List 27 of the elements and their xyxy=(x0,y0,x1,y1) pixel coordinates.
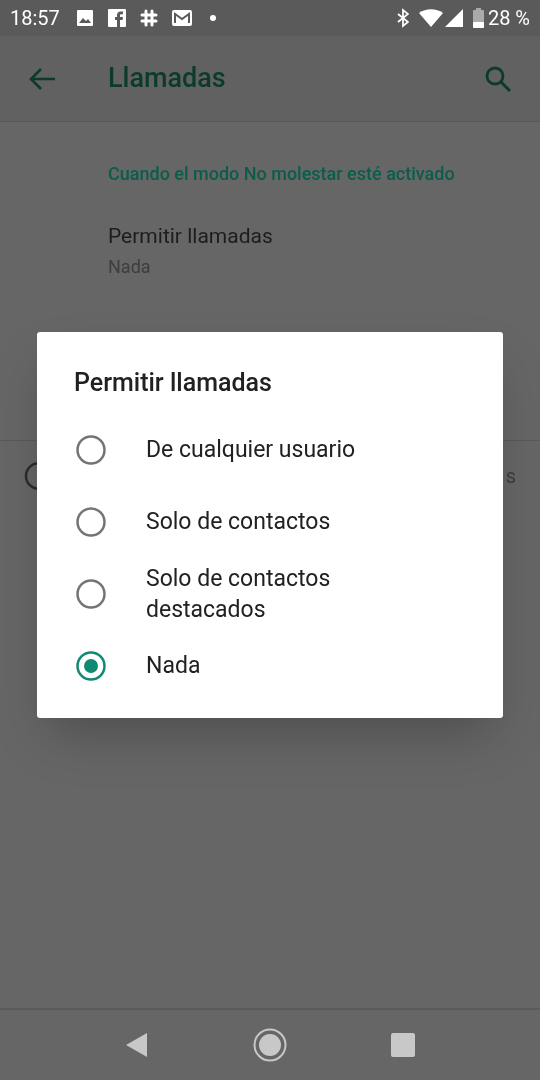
signal-icon xyxy=(444,9,463,27)
radio-option[interactable]: Solo de contactos xyxy=(37,485,503,558)
facebook-icon xyxy=(107,9,126,27)
radio-option[interactable]: Nada xyxy=(37,629,503,702)
radio-button[interactable] xyxy=(76,578,106,609)
back-icon[interactable] xyxy=(125,1032,149,1058)
home-icon[interactable] xyxy=(253,1028,287,1062)
battery-icon xyxy=(472,8,484,28)
radio-option[interactable]: De cualquier usuario xyxy=(37,413,503,486)
bluetooth-icon xyxy=(396,8,409,28)
radio-option[interactable]: Solo de contactos destacados xyxy=(37,557,503,630)
mail-icon xyxy=(171,10,192,26)
hash-icon xyxy=(139,9,158,27)
radio-button[interactable] xyxy=(76,650,106,681)
screen-title: Llamadas xyxy=(108,61,227,97)
radio-button[interactable] xyxy=(76,434,106,465)
radio-icon xyxy=(24,460,37,491)
section-header: Cuando el modo No molestar esté activado xyxy=(108,162,456,186)
wifi-icon xyxy=(418,9,443,27)
back-arrow-icon[interactable] xyxy=(28,66,56,91)
search-icon[interactable] xyxy=(484,64,512,93)
dialog-title: Permitir llamadas xyxy=(74,367,273,399)
battery-percent: 28 % xyxy=(487,5,530,32)
status-time: 18:57 xyxy=(10,5,60,32)
image-icon xyxy=(75,9,94,27)
radio-button[interactable] xyxy=(76,506,106,537)
dot-icon xyxy=(209,15,216,21)
